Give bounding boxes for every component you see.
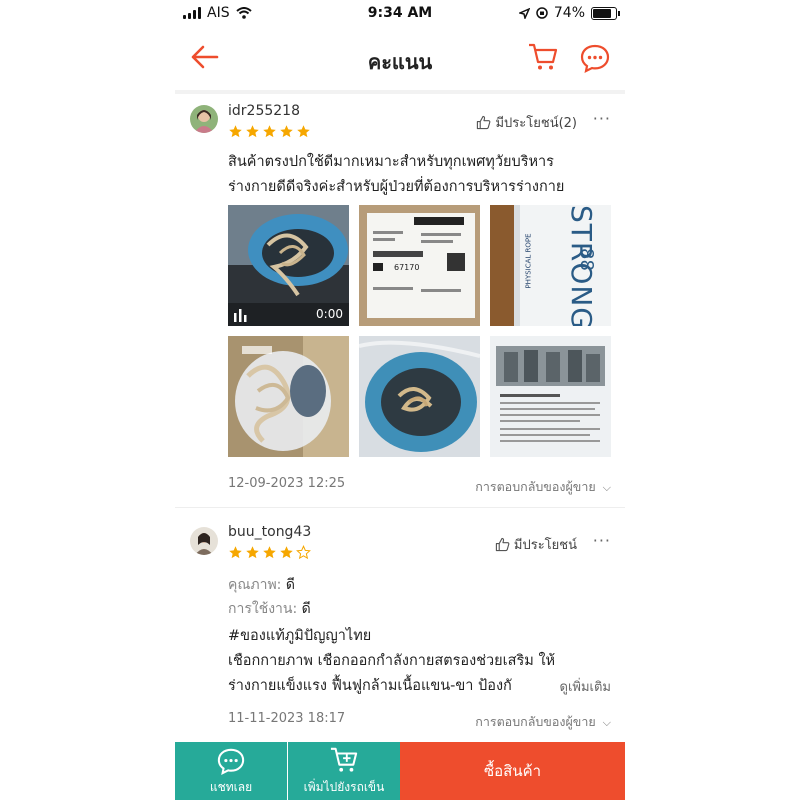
chat-icon	[217, 748, 245, 775]
video-duration: 0:00	[316, 307, 343, 321]
app-screen: AIS 9:34 AM 74% คะแนน idr255218 มีประโยช…	[175, 0, 625, 800]
review-video[interactable]: 0:00	[228, 205, 349, 326]
chat-icon[interactable]	[579, 43, 611, 73]
star-icon	[263, 125, 276, 138]
star-icon	[246, 546, 259, 559]
review-text-line: ร่างกายดีดีจริงค่ะสำหรับผู้ป่วยที่ต้องกา…	[228, 179, 565, 195]
review-photo[interactable]	[490, 336, 611, 457]
star-icon	[263, 546, 276, 559]
divider	[175, 507, 625, 508]
avatar[interactable]	[190, 527, 218, 555]
thumbs-up-icon	[495, 537, 510, 552]
review-photo[interactable]: PHYSICAL ROPE STRONG 88	[490, 205, 611, 326]
attribute-value: ดี	[285, 577, 295, 593]
review-photo[interactable]	[359, 336, 480, 457]
review-text-line: สินค้าตรงปกใช้ดีมากเหมาะสำหรับทุกเพศทุวั…	[228, 154, 554, 170]
star-rating	[228, 545, 311, 560]
attribute-value: ดี	[301, 601, 311, 617]
chat-now-button[interactable]: แชทเลย	[175, 742, 287, 800]
packaging-text: PHYSICAL ROPE	[524, 233, 533, 289]
cart-icon[interactable]	[527, 42, 559, 72]
helpful-label: มีประโยชน์	[513, 538, 577, 553]
attribute-label: คุณภาพ:	[228, 577, 282, 593]
star-icon	[280, 546, 293, 559]
review-date: 12-09-2023 12:25	[228, 476, 346, 491]
chevron-down-icon: ⌵	[602, 716, 611, 729]
star-empty-icon	[296, 545, 311, 560]
review-media-grid: 0:00 67170 PHYSICAL ROPE STRONG 88	[228, 205, 611, 460]
review-text-line: เชือกกายภาพ เชือกออกกำลังกายสตรองช่วยเสร…	[228, 653, 556, 669]
thumbs-up-icon	[477, 115, 491, 130]
helpful-label: มีประโยชน์(2)	[495, 116, 577, 131]
review-text-line: #ของแท้ภูมิปัญญาไทย	[228, 628, 372, 644]
star-icon	[297, 125, 310, 138]
review-text: สินค้าตรงปกใช้ดีมากเหมาะสำหรับทุกเพศทุวั…	[228, 150, 608, 200]
add-to-cart-button[interactable]: เพิ่มไปยังรถเข็น	[288, 742, 400, 800]
helpful-button[interactable]: มีประโยชน์	[495, 534, 577, 555]
attribute-usage: การใช้งาน: ดี	[228, 598, 311, 620]
star-icon	[229, 125, 242, 138]
status-bar: AIS 9:34 AM 74%	[175, 0, 625, 28]
review-photo[interactable]	[228, 336, 349, 457]
add-to-cart-icon	[330, 747, 358, 772]
username: buu_tong43	[228, 524, 312, 540]
label-code: 67170	[394, 263, 420, 272]
battery-icon	[591, 6, 620, 20]
review-date: 11-11-2023 18:17	[228, 711, 346, 726]
chevron-down-icon: ⌵	[602, 481, 611, 494]
seller-reply-toggle[interactable]: การตอบกลับของผู้ขาย ⌵	[475, 712, 611, 732]
helpful-button[interactable]: มีประโยชน์(2)	[476, 112, 577, 133]
more-options-icon[interactable]: ···	[593, 531, 611, 550]
header: คะแนน	[175, 30, 625, 94]
star-icon	[229, 546, 242, 559]
seller-reply-toggle[interactable]: การตอบกลับของผู้ขาย ⌵	[475, 477, 611, 497]
more-options-icon[interactable]: ···	[593, 109, 611, 128]
battery-percent: 74%	[553, 5, 585, 21]
review-photo[interactable]: 67170	[359, 205, 480, 326]
chat-now-label: แชทเลย	[209, 780, 253, 794]
star-icon	[280, 125, 293, 138]
seller-reply-label: การตอบกลับของผู้ขาย	[475, 479, 596, 494]
orientation-lock-icon	[536, 7, 548, 19]
avatar[interactable]	[190, 105, 218, 133]
star-rating	[228, 124, 311, 139]
buy-now-button[interactable]: ซื้อสินค้า	[400, 742, 625, 800]
packaging-number: 88	[575, 248, 597, 271]
attribute-quality: คุณภาพ: ดี	[228, 574, 295, 596]
see-more-link[interactable]: ดูเพิ่มเติม	[545, 676, 611, 697]
location-icon	[518, 7, 530, 19]
add-to-cart-label: เพิ่มไปยังรถเข็น	[303, 780, 385, 794]
seller-reply-label: การตอบกลับของผู้ขาย	[475, 714, 596, 729]
bottom-action-bar: แชทเลย เพิ่มไปยังรถเข็น ซื้อสินค้า	[175, 742, 625, 800]
username: idr255218	[228, 103, 300, 119]
star-icon	[246, 125, 259, 138]
attribute-label: การใช้งาน:	[228, 601, 298, 617]
